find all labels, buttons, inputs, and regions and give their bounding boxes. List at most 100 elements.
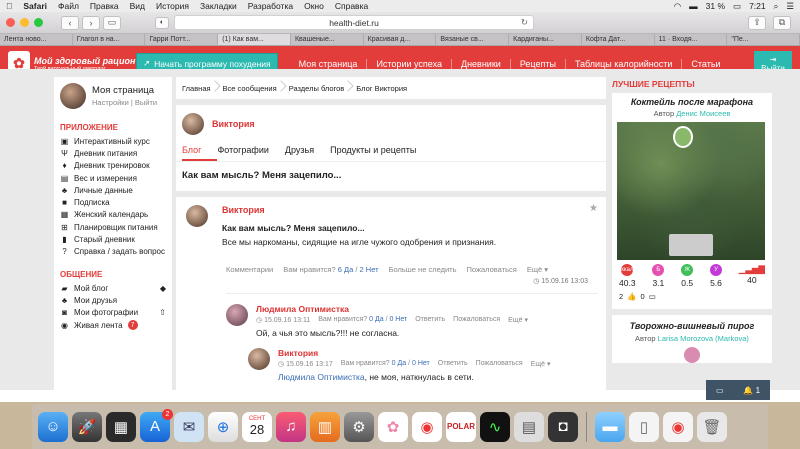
nav-calorie-tables[interactable]: Таблицы калорийности bbox=[566, 58, 683, 69]
tab-7[interactable]: Вязаные св... bbox=[436, 34, 510, 45]
upload-icon[interactable]: ⇧ bbox=[159, 308, 166, 317]
comment-author-name[interactable]: Людмила Оптимистка bbox=[256, 304, 528, 314]
chrome-icon[interactable]: ◉ bbox=[412, 411, 442, 442]
sidebar-item-friends[interactable]: ♣ Мои друзья bbox=[54, 294, 172, 306]
blog-post-heading[interactable]: Как вам мысль? Меня зацепило... bbox=[176, 162, 606, 189]
recipe-author-link[interactable]: Денис Моисеев bbox=[676, 109, 730, 118]
tab-10[interactable]: 11 · Входя... bbox=[655, 34, 728, 45]
sidebar-item-my-blog[interactable]: ▰ Мой блог ◆ bbox=[54, 282, 172, 294]
nav-my-page[interactable]: Моя страница bbox=[290, 58, 368, 69]
post-author-avatar[interactable] bbox=[186, 205, 208, 227]
recipe-photo[interactable] bbox=[617, 122, 765, 260]
trash-icon[interactable]: 🗑 bbox=[697, 411, 727, 442]
star-icon[interactable]: ★ bbox=[589, 203, 598, 214]
more-menu[interactable]: Ещё ▾ bbox=[527, 265, 548, 274]
itunes-icon[interactable]: ♫ bbox=[276, 411, 306, 442]
tab-11[interactable]: "Пе... bbox=[727, 34, 800, 45]
downloads-stack-icon[interactable]: ◉ bbox=[663, 411, 693, 442]
sidebar-item-photos[interactable]: ◙ Мои фотографии ⇧ bbox=[54, 307, 172, 319]
comment-author-name[interactable]: Виктория bbox=[278, 348, 550, 358]
tab-blog[interactable]: Блог bbox=[182, 141, 218, 161]
settings-link[interactable]: Настройки bbox=[92, 98, 129, 107]
menu-app-name[interactable]: Safari bbox=[23, 1, 47, 11]
comment-author-avatar[interactable] bbox=[226, 304, 248, 326]
ibooks-icon[interactable]: ▥ bbox=[310, 411, 340, 442]
polar-icon[interactable]: POLAR bbox=[446, 411, 476, 442]
preview-icon[interactable]: ✉ bbox=[174, 411, 204, 442]
recipe-author-link[interactable]: Larisa Morozova (Markova) bbox=[658, 334, 749, 343]
menu-edit[interactable]: Правка bbox=[90, 1, 119, 11]
menu-history[interactable]: История bbox=[156, 1, 189, 11]
recipe-title[interactable]: Коктейль после марафона bbox=[617, 97, 767, 107]
thumbs-up-icon[interactable]: 👍 bbox=[627, 292, 636, 301]
tab-8[interactable]: Кардиганы... bbox=[509, 34, 582, 45]
menu-bookmarks[interactable]: Закладки bbox=[200, 1, 237, 11]
documents-stack-icon[interactable]: ▯ bbox=[629, 411, 659, 442]
battery-percent[interactable]: 31 % bbox=[706, 1, 725, 11]
nav-articles[interactable]: Статьи bbox=[682, 59, 729, 69]
recipe-card[interactable]: Коктейль после марафона Автор Денис Моис… bbox=[612, 93, 772, 309]
complain-link[interactable]: Пожаловаться bbox=[453, 316, 500, 324]
forward-button[interactable]: › bbox=[82, 15, 100, 30]
breadcrumb-all-posts[interactable]: Все сообщения bbox=[223, 84, 289, 93]
tab-friends[interactable]: Друзья bbox=[285, 141, 330, 161]
chat-widget[interactable]: ▭ 🔔 1 bbox=[706, 380, 770, 400]
minimize-window-button[interactable] bbox=[20, 18, 29, 27]
sidebar-item-personal-data[interactable]: ♣ Личные данные bbox=[54, 184, 172, 196]
profile-name[interactable]: Моя страница bbox=[92, 85, 157, 96]
tab-products-recipes[interactable]: Продукты и рецепты bbox=[330, 141, 432, 161]
sidebar-item-female-calendar[interactable]: ▦ Женский календарь bbox=[54, 209, 172, 221]
wifi-icon[interactable]: ◠ bbox=[674, 1, 681, 12]
vote-yes-link[interactable]: 0 Да bbox=[392, 360, 406, 367]
reply-link[interactable]: Ответить bbox=[438, 360, 468, 368]
sidebar-item-training-diary[interactable]: ♦ Дневник тренировок bbox=[54, 160, 172, 172]
share-button[interactable]: ⇪ bbox=[748, 15, 766, 30]
image-capture-icon[interactable]: ▤ bbox=[514, 411, 544, 442]
apple-menu-icon[interactable]:  bbox=[6, 1, 12, 11]
calendar-icon[interactable]: СЕНТ 28 bbox=[242, 411, 272, 442]
blog-author-name[interactable]: Виктория bbox=[212, 119, 255, 129]
unfollow-link[interactable]: Больше не следить bbox=[389, 265, 457, 274]
sidebar-logout-link[interactable]: Выйти bbox=[135, 98, 157, 107]
sidebar-item-course[interactable]: ▣ Интерактивный курс bbox=[54, 135, 172, 147]
launchpad-icon[interactable]: 🚀 bbox=[72, 411, 102, 442]
tab-4-active[interactable]: (1) Как вам... bbox=[218, 34, 291, 45]
post-author-name[interactable]: Виктория bbox=[222, 205, 496, 215]
tab-9[interactable]: Кофта Дат... bbox=[582, 34, 655, 45]
close-window-button[interactable] bbox=[6, 18, 15, 27]
app-store-icon[interactable]: A2 bbox=[140, 408, 173, 442]
mention-link[interactable]: Людмила Оптимистка bbox=[278, 372, 365, 382]
nav-success-stories[interactable]: Истории успеха bbox=[367, 58, 452, 69]
vote-yes-link[interactable]: 0 Да bbox=[369, 316, 383, 323]
tab-photos[interactable]: Фотографии bbox=[217, 141, 284, 161]
nav-recipes[interactable]: Рецепты bbox=[511, 58, 566, 69]
reply-link[interactable]: Ответить bbox=[415, 316, 445, 324]
complain-link[interactable]: Пожаловаться bbox=[476, 360, 523, 368]
recipe-title[interactable]: Творожно-вишневый пирог bbox=[617, 321, 767, 331]
activity-monitor-icon[interactable]: ∿ bbox=[480, 411, 510, 442]
photos-icon[interactable]: ✿ bbox=[378, 411, 408, 442]
reload-icon[interactable]: ↻ bbox=[521, 17, 528, 28]
more-menu[interactable]: Ещё ▾ bbox=[508, 316, 528, 324]
recipe-card[interactable]: Творожно-вишневый пирог Автор Larisa Mor… bbox=[612, 315, 772, 363]
privacy-shield-icon[interactable]: ◐ bbox=[155, 16, 169, 29]
zoom-window-button[interactable] bbox=[34, 18, 43, 27]
tabs-overview-button[interactable]: ⧉ bbox=[773, 15, 791, 30]
comments-icon[interactable]: ◆ bbox=[160, 284, 166, 293]
vote-no-link[interactable]: 0 Нет bbox=[412, 360, 430, 367]
sidebar-item-subscription[interactable]: ■ Подписка bbox=[54, 196, 172, 208]
comment-author-avatar[interactable] bbox=[248, 348, 270, 370]
mission-control-icon[interactable]: ▦ bbox=[106, 411, 136, 442]
screenshot-icon[interactable]: ◘ bbox=[548, 411, 578, 442]
tab-1[interactable]: Лента ново... bbox=[0, 34, 73, 45]
sidebar-item-live-feed[interactable]: ◉ Живая лента 7 bbox=[54, 319, 172, 331]
sidebar-item-help[interactable]: ? Справка / задать вопрос bbox=[54, 246, 172, 258]
more-menu[interactable]: Ещё ▾ bbox=[531, 360, 551, 368]
breadcrumb-home[interactable]: Главная bbox=[182, 84, 223, 93]
menu-window[interactable]: Окно bbox=[304, 1, 324, 11]
battery-icon[interactable]: ▭ bbox=[733, 1, 741, 12]
folder-icon[interactable]: ▬ bbox=[595, 411, 625, 442]
vote-no-link[interactable]: 0 Нет bbox=[389, 316, 407, 323]
nav-diaries[interactable]: Дневники bbox=[452, 58, 511, 69]
comments-link[interactable]: Комментарии bbox=[226, 265, 273, 274]
